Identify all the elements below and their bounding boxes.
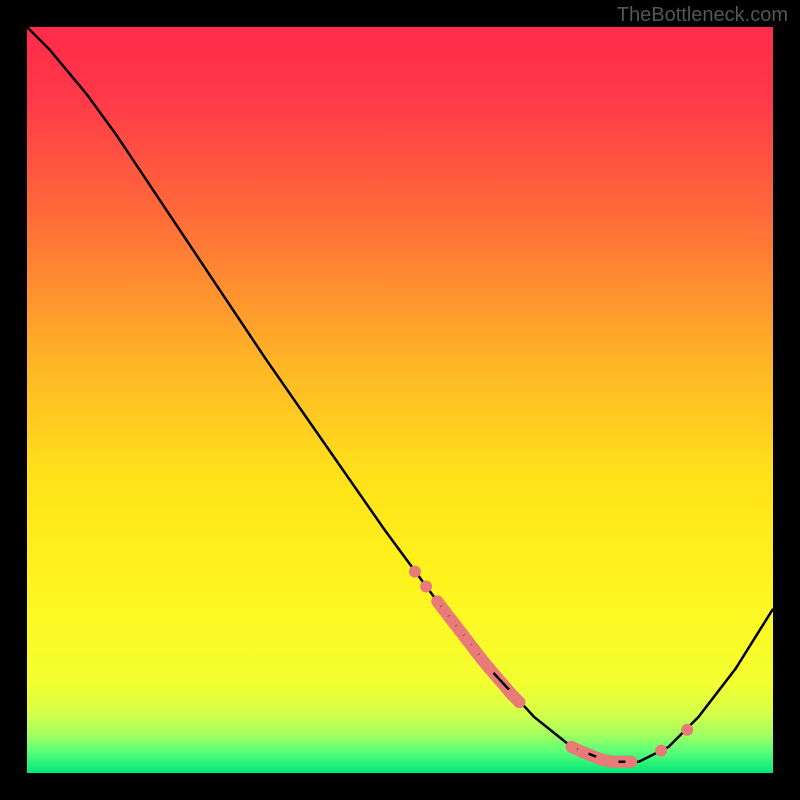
data-marker bbox=[409, 566, 421, 578]
data-marker bbox=[469, 644, 481, 656]
data-marker bbox=[607, 756, 619, 768]
data-marker bbox=[431, 595, 443, 607]
data-marker bbox=[681, 724, 693, 736]
data-marker bbox=[420, 581, 432, 593]
bottleneck-curve bbox=[27, 27, 773, 762]
data-marker bbox=[655, 745, 667, 757]
data-marker bbox=[461, 634, 473, 646]
data-marker bbox=[439, 605, 451, 617]
attribution-text: TheBottleneck.com bbox=[617, 4, 788, 27]
data-marker bbox=[446, 615, 458, 627]
curve-layer bbox=[27, 27, 773, 773]
data-marker bbox=[566, 741, 578, 753]
data-marker bbox=[595, 754, 607, 766]
data-marker bbox=[577, 746, 589, 758]
data-marker bbox=[513, 696, 525, 708]
plot-area bbox=[27, 27, 773, 773]
data-marker bbox=[484, 663, 496, 675]
data-marker bbox=[625, 756, 637, 768]
data-marker bbox=[454, 625, 466, 637]
